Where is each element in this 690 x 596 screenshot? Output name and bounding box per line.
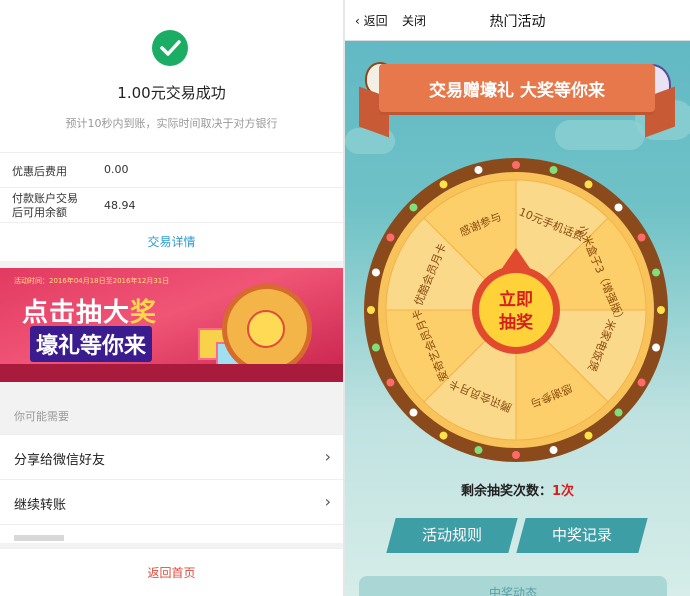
rim-light — [439, 431, 448, 440]
rim-light — [474, 446, 483, 455]
rim-light — [652, 343, 661, 352]
records-button[interactable]: 中奖记录 — [516, 518, 648, 553]
spin-button-label: 抽奖 — [499, 312, 534, 333]
remaining-chances: 剩余抽奖次数：1次 — [460, 484, 575, 499]
fee-rows: 优惠后费用 0.00 付款账户交易 后可用余额 48.94 — [0, 152, 343, 224]
rim-light — [652, 268, 661, 277]
rim-light — [409, 408, 418, 417]
banner-headline: 点击抽大奖 — [22, 298, 158, 328]
rim-light — [474, 165, 483, 174]
rim-light — [549, 165, 558, 174]
rim-light — [386, 378, 395, 387]
transaction-detail-link[interactable]: 交易详情 — [0, 222, 343, 261]
page-title: 热门活动 — [489, 14, 546, 30]
payment-result-panel: 1.00元交易成功 预计10秒内到账，实际时间取决于对方银行 优惠后费用 0.0… — [0, 0, 343, 596]
nav-bar: ‹ 返回 关闭 热门活动 — [345, 0, 690, 41]
rim-light — [512, 451, 520, 459]
success-title: 1.00元交易成功 — [117, 84, 226, 102]
result-card: 1.00元交易成功 预计10秒内到账，实际时间取决于对方银行 — [0, 0, 343, 152]
menu-item-label: 继续转账 — [14, 498, 67, 513]
banner-subline: 壕礼等你来 — [30, 326, 153, 362]
chevron-right-icon: › — [324, 447, 331, 466]
balance-label: 付款账户交易 后可用余额 — [12, 192, 78, 219]
rim-light — [439, 180, 448, 189]
rules-button[interactable]: 活动规则 — [386, 518, 518, 553]
balance-value: 48.94 — [104, 199, 136, 212]
ribbon-text: 交易赠壕礼 大奖等你来 — [429, 81, 605, 101]
rim-light — [584, 431, 593, 440]
chevron-right-icon: › — [324, 492, 331, 511]
banner-stage — [0, 364, 343, 382]
arrival-note: 预计10秒内到账，实际时间取决于对方银行 — [65, 117, 278, 130]
rim-light — [614, 408, 623, 417]
balance-row: 付款账户交易 后可用余额 48.94 — [0, 187, 343, 224]
rim-light — [637, 233, 646, 242]
banner-tag: 活动时间：2016年04月18日至2016年12月31日 — [14, 277, 170, 285]
rim-light — [371, 343, 380, 352]
cloud-decoration — [555, 120, 645, 150]
success-check-icon — [152, 30, 188, 66]
rim-light — [549, 446, 558, 455]
partially-hidden-item — [0, 524, 343, 543]
winners-feed-card: 中奖动态 — [359, 576, 667, 596]
fee-value: 0.00 — [104, 163, 129, 176]
fee-row: 优惠后费用 0.00 — [0, 152, 343, 187]
rim-light — [409, 203, 418, 212]
rim-light — [637, 378, 646, 387]
rim-light — [584, 180, 593, 189]
lottery-panel: ‹ 返回 关闭 热门活动 交易赠壕礼 大奖等你来 10元手机话费 小米盒子3（增强… — [345, 0, 690, 596]
rim-light — [371, 268, 380, 277]
rim-light — [657, 306, 665, 314]
maybe-need-heading: 你可能需要 — [14, 410, 69, 423]
prize-wheel[interactable]: 10元手机话费 小米盒子3（增强版） 米家电饭煲 感谢参与 腾讯会员月卡 爱奇艺会员月卡优… — [362, 156, 670, 464]
return-home-button[interactable]: 返回首页 — [0, 548, 343, 596]
continue-transfer-item[interactable]: 继续转账 › — [0, 479, 343, 524]
lottery-banner[interactable]: 活动时间：2016年04月18日至2016年12月31日 点击抽大奖 壕礼等你来 — [0, 268, 343, 382]
mini-wheel-hub-icon — [247, 310, 285, 348]
chances-count: 1次 — [551, 484, 575, 499]
spin-button-label: 立即 — [499, 289, 533, 310]
menu-item-label: 分享给微信好友 — [14, 453, 106, 468]
rim-light — [367, 306, 375, 314]
rim-light — [386, 233, 395, 242]
prize-wheel-graphic: 10元手机话费小米盒子3（增强版）米家电饭煲感谢参与腾讯会员月卡爱奇艺会员月卡优… — [364, 158, 668, 462]
rim-light — [512, 161, 520, 169]
hub — [479, 273, 553, 347]
action-menu: 分享给微信好友 › 继续转账 › — [0, 434, 343, 524]
share-wechat-item[interactable]: 分享给微信好友 › — [0, 434, 343, 479]
fee-label: 优惠后费用 — [12, 165, 67, 178]
rim-light — [614, 203, 623, 212]
